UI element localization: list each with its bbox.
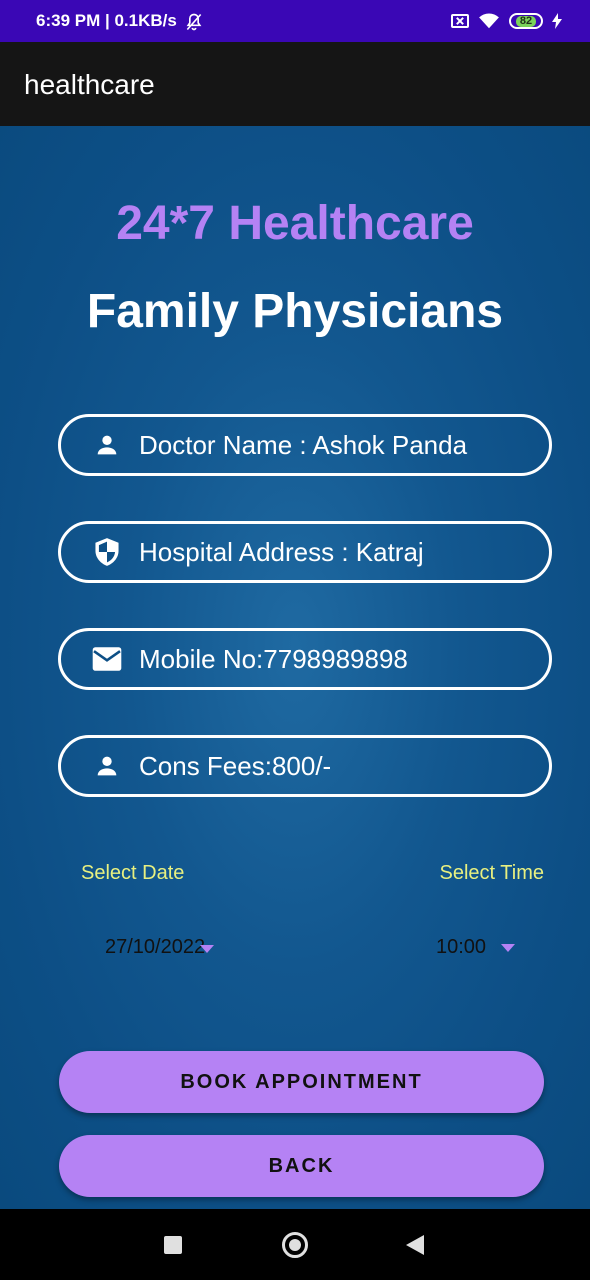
status-time: 6:39 PM | 0.1KB/s <box>36 11 177 30</box>
charging-icon <box>552 13 562 29</box>
time-spinner[interactable]: 10:00 <box>426 922 526 974</box>
consultation-fees-value: Cons Fees:800/- <box>139 750 332 781</box>
select-time-label: Select Time <box>439 862 544 884</box>
home-icon[interactable] <box>282 1232 308 1258</box>
recents-icon[interactable] <box>164 1236 182 1254</box>
time-value: 10:00 <box>436 936 487 958</box>
battery-icon: 82 <box>509 13 543 29</box>
battery-level: 82 <box>515 15 537 27</box>
app-bar: healthcare <box>0 42 590 126</box>
consultation-fees-field[interactable]: Cons Fees:800/- <box>58 735 552 797</box>
hospital-address-field[interactable]: Hospital Address : Katraj <box>58 521 552 583</box>
status-bar: 6:39 PM | 0.1KB/s 82 <box>0 0 590 42</box>
page-title: Family Physicians <box>86 285 504 338</box>
no-sim-icon <box>451 14 469 28</box>
mobile-number-value: Mobile No:7798989898 <box>139 643 408 674</box>
system-nav-bar <box>0 1209 590 1280</box>
date-value: 27/10/2022 <box>105 936 206 958</box>
back-nav-icon[interactable] <box>406 1235 424 1255</box>
doctor-name-value: Doctor Name : Ashok Panda <box>139 429 468 460</box>
app-title: healthcare <box>24 69 155 100</box>
main-content: 24*7 Healthcare Family Physicians Doctor… <box>0 126 590 1209</box>
person-icon <box>91 429 123 461</box>
brand-heading: 24*7 Healthcare <box>116 197 474 250</box>
person-icon <box>91 750 123 782</box>
notifications-muted-icon <box>186 13 202 31</box>
shield-icon <box>91 536 123 568</box>
back-button[interactable]: BACK <box>59 1135 544 1197</box>
wifi-icon <box>479 13 499 29</box>
mail-icon <box>91 643 123 675</box>
date-picker[interactable]: 27/10/2022 <box>96 922 236 974</box>
chevron-down-icon <box>501 944 515 952</box>
doctor-name-field[interactable]: Doctor Name : Ashok Panda <box>58 414 552 476</box>
book-appointment-button[interactable]: BOOK APPOINTMENT <box>59 1051 544 1113</box>
select-date-label: Select Date <box>81 862 185 884</box>
chevron-down-icon <box>200 945 214 953</box>
hospital-address-value: Hospital Address : Katraj <box>139 536 424 567</box>
mobile-number-field[interactable]: Mobile No:7798989898 <box>58 628 552 690</box>
